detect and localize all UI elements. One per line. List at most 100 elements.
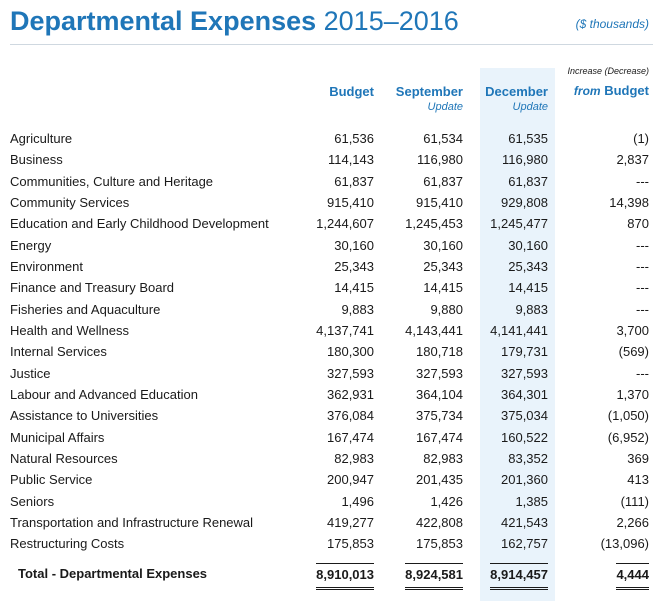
units-label: ($ thousands) (575, 17, 649, 31)
row-change: (569) (618, 344, 649, 360)
header-increase-from: from (573, 84, 601, 98)
table-row: Assistance to Universities 376,084 375,734… (0, 405, 661, 426)
table-row: Environment 25,343 25,343 25,343 --- (0, 256, 661, 277)
row-change: 2,837 (616, 152, 649, 168)
row-name: Seniors (10, 493, 55, 509)
table-row: Labour and Advanced Education 362,931 364,… (0, 384, 661, 405)
row-name: Restructuring Costs (10, 536, 125, 552)
row-september: 915,410 (416, 194, 463, 210)
row-name: Health and Wellness (10, 322, 129, 338)
row-change: (111) (620, 493, 649, 509)
row-september: 4,143,441 (405, 322, 463, 338)
row-budget: 114,143 (327, 152, 374, 168)
table-row: Agriculture 61,536 61,534 61,535 (1) (0, 128, 661, 149)
row-september: 14,415 (423, 280, 463, 296)
row-december: 375,034 (501, 408, 548, 424)
row-december: 61,837 (508, 173, 548, 189)
row-budget: 915,410 (327, 194, 374, 210)
row-september: 422,808 (416, 514, 463, 530)
row-budget: 9,883 (341, 301, 374, 317)
table-row: Community Services 915,410 915,410 929,808 1… (0, 192, 661, 213)
row-budget: 61,837 (334, 173, 374, 189)
row-name: Public Service (10, 472, 93, 488)
row-change: --- (636, 365, 649, 381)
row-budget: 4,137,741 (316, 322, 374, 338)
row-september: 364,104 (416, 386, 463, 402)
row-name: Assistance to Universities (10, 408, 159, 424)
row-budget: 82,983 (334, 450, 374, 466)
table-row: Energy 30,160 30,160 30,160 --- (0, 235, 661, 256)
table-row: Natural Resources 82,983 82,983 83,352 369 (0, 448, 661, 469)
header-increase: from Budget (574, 83, 649, 98)
header-december-main: December (485, 84, 548, 99)
header-december: December Update (485, 84, 548, 114)
row-change: (6,952) (607, 429, 649, 445)
row-september: 82,983 (423, 450, 463, 466)
row-change: 413 (627, 472, 649, 488)
row-name: Natural Resources (10, 450, 118, 466)
total-september: 8,924,581 (405, 563, 463, 590)
expense-table-body: Agriculture 61,536 61,534 61,535 (1) Business… (0, 128, 661, 555)
row-december: 83,352 (508, 450, 548, 466)
total-december: 8,914,457 (490, 563, 548, 590)
row-name: Energy (10, 237, 52, 253)
total-label: Total - Departmental Expenses (18, 566, 208, 581)
row-change: 369 (627, 450, 649, 466)
table-row: Seniors 1,496 1,426 1,385 (111) (0, 491, 661, 512)
row-name: Transportation and Infrastructure Renewa… (10, 514, 254, 530)
row-change: 870 (627, 216, 649, 232)
row-budget: 200,947 (327, 472, 374, 488)
row-name: Fisheries and Aquaculture (10, 301, 161, 317)
row-budget: 327,593 (327, 365, 374, 381)
row-december: 929,808 (501, 194, 548, 210)
table-row: Finance and Treasury Board 14,415 14,415 14… (0, 277, 661, 298)
row-september: 1,426 (430, 493, 463, 509)
row-budget: 30,160 (334, 237, 374, 253)
table-row: Public Service 200,947 201,435 201,360 413 (0, 469, 661, 490)
row-name: Finance and Treasury Board (10, 280, 175, 296)
header-budget: Budget (329, 84, 374, 100)
table-row: Internal Services 180,300 180,718 179,731 (5… (0, 341, 661, 362)
table-row: Restructuring Costs 175,853 175,853 162,757… (0, 533, 661, 554)
row-september: 1,245,453 (405, 216, 463, 232)
row-budget: 376,084 (327, 408, 374, 424)
row-december: 160,522 (501, 429, 548, 445)
row-december: 116,980 (501, 152, 548, 168)
row-budget: 362,931 (327, 386, 374, 402)
row-change: 3,700 (616, 322, 649, 338)
row-december: 9,883 (515, 301, 548, 317)
row-december: 327,593 (501, 365, 548, 381)
row-december: 1,245,477 (490, 216, 548, 232)
row-change: --- (636, 258, 649, 274)
table-row: Business 114,143 116,980 116,980 2,837 (0, 149, 661, 170)
row-budget: 1,496 (341, 493, 374, 509)
row-change: --- (636, 301, 649, 317)
row-budget: 419,277 (327, 514, 374, 530)
row-december: 14,415 (508, 280, 548, 296)
row-change: 2,266 (616, 514, 649, 530)
table-row: Communities, Culture and Heritage 61,837 6… (0, 171, 661, 192)
title-divider (10, 44, 653, 45)
row-december: 25,343 (508, 258, 548, 274)
row-budget: 167,474 (327, 429, 374, 445)
row-budget: 14,415 (334, 280, 374, 296)
table-row: Justice 327,593 327,593 327,593 --- (0, 363, 661, 384)
row-budget: 175,853 (327, 536, 374, 552)
row-september: 375,734 (416, 408, 463, 424)
row-september: 180,718 (416, 344, 463, 360)
row-december: 61,535 (508, 131, 548, 146)
row-budget: 25,343 (334, 258, 374, 274)
row-name: Justice (10, 365, 51, 381)
row-name: Agriculture (10, 131, 73, 146)
table-row: Fisheries and Aquaculture 9,883 9,880 9,883… (0, 299, 661, 320)
row-september: 201,435 (416, 472, 463, 488)
row-name: Education and Early Childhood Developmen… (10, 216, 269, 232)
row-change: 1,370 (616, 386, 649, 402)
row-change: (1,050) (607, 408, 649, 424)
header-september-main: September (395, 84, 463, 99)
row-name: Communities, Culture and Heritage (10, 173, 214, 189)
total-row: Total - Departmental Expenses 8,910,013 … (0, 563, 661, 590)
total-budget: 8,910,013 (316, 563, 374, 590)
row-change: (13,096) (600, 536, 649, 552)
row-change: (1) (633, 131, 649, 146)
